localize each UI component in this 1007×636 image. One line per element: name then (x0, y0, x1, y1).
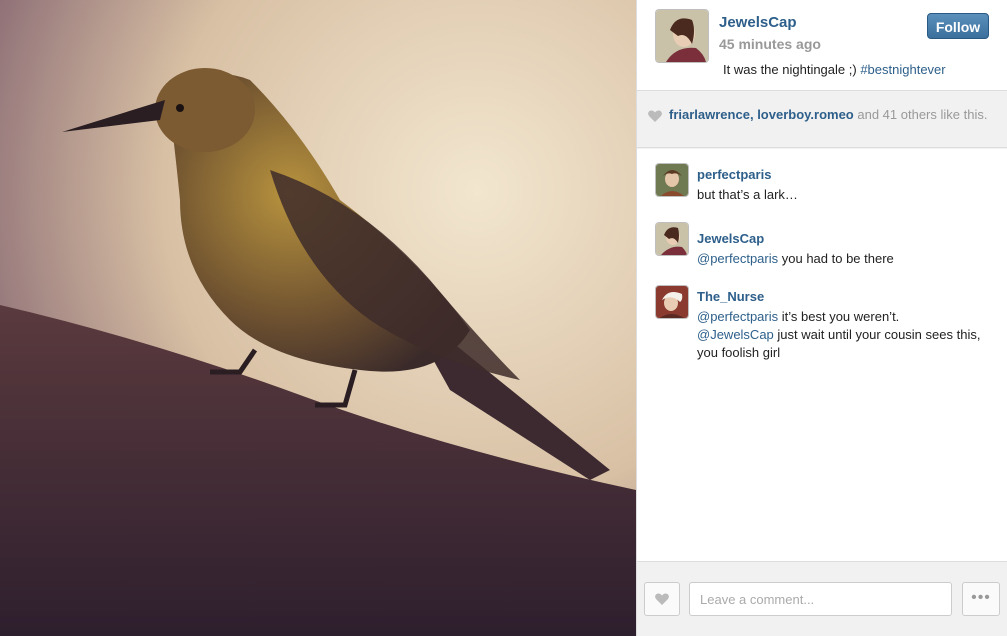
comment-body: you had to be there (781, 251, 894, 266)
comment-text: @perfectparis it’s best you weren’t. @Jew… (697, 308, 987, 362)
comment-text: @perfectparis you had to be there (697, 250, 987, 268)
author-avatar[interactable] (656, 10, 708, 62)
post-details-panel: JewelsCap 45 minutes ago Follow It was t… (636, 0, 1007, 636)
post-caption: It was the nightingale ;) #bestnightever (723, 62, 946, 77)
mention-link[interactable]: @JewelsCap (697, 327, 774, 342)
mention-link[interactable]: @perfectparis (697, 309, 778, 324)
bird-photo-icon (0, 0, 636, 636)
liker-link[interactable]: friarlawrence (669, 107, 750, 122)
post-timestamp: 45 minutes ago (719, 36, 821, 52)
comment-author[interactable]: The_Nurse (697, 289, 764, 304)
likes-section: friarlawrence, loverboy.romeo and 41 oth… (637, 90, 1007, 148)
post-photo[interactable] (0, 0, 636, 636)
post-header: JewelsCap 45 minutes ago Follow It was t… (637, 0, 1007, 90)
like-button[interactable] (644, 582, 680, 616)
likes-summary: friarlawrence, loverboy.romeo and 41 oth… (669, 105, 999, 124)
author-name[interactable]: JewelsCap (719, 14, 797, 31)
commenter-avatar[interactable] (656, 164, 688, 196)
comment-body: it’s best you weren’t. (781, 309, 900, 324)
heart-icon (648, 110, 662, 122)
comment-author[interactable]: JewelsCap (697, 231, 764, 246)
mention-link[interactable]: @perfectparis (697, 251, 778, 266)
likes-others: and 41 others like this. (857, 107, 988, 122)
liker-separator: , (749, 107, 754, 122)
comment-input[interactable] (689, 582, 952, 616)
caption-text: It was the nightingale ;) (723, 62, 857, 77)
portrait-icon (656, 10, 708, 62)
liker-link[interactable]: loverboy.romeo (757, 107, 854, 122)
comments-list: perfectparis but that’s a lark… JewelsCa… (637, 149, 1007, 561)
follow-button[interactable]: Follow (927, 13, 989, 39)
comment-footer: ••• (637, 561, 1007, 636)
heart-icon (655, 593, 669, 605)
comment-text: but that’s a lark… (697, 187, 798, 202)
portrait-icon (656, 286, 688, 318)
commenter-avatar[interactable] (656, 286, 688, 318)
portrait-icon (656, 164, 688, 196)
more-options-button[interactable]: ••• (962, 582, 1000, 616)
commenter-avatar[interactable] (656, 223, 688, 255)
comment-author[interactable]: perfectparis (697, 167, 771, 182)
caption-hashtag[interactable]: #bestnightever (860, 62, 945, 77)
portrait-icon (656, 223, 688, 255)
